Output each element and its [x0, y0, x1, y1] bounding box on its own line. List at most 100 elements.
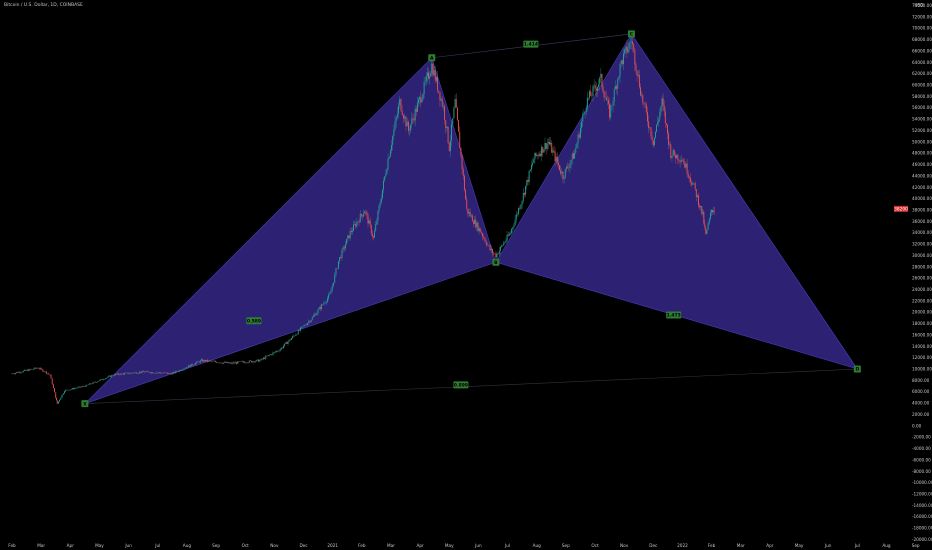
candle-body [283, 345, 284, 348]
candle-body [576, 143, 578, 149]
candle-body [339, 257, 341, 262]
candle-body [601, 74, 603, 87]
candle-body [52, 384, 54, 389]
candle-body [387, 158, 389, 170]
candle-body [377, 210, 379, 221]
candle-body [175, 371, 177, 374]
candle-body [82, 386, 84, 387]
candle-body [276, 350, 278, 352]
candle-body [323, 303, 325, 305]
candle-body [248, 360, 250, 363]
candle-body [518, 208, 520, 214]
candle-body [552, 150, 554, 153]
candle-body [679, 160, 681, 163]
candle-body [421, 99, 423, 103]
y-tick-label: 52000.00 [912, 128, 932, 133]
candle-body [140, 371, 142, 373]
candle-body [683, 160, 685, 163]
candle-body [623, 53, 624, 64]
candle-body [406, 121, 408, 127]
candle-body [637, 74, 639, 76]
candle-body [392, 135, 394, 145]
candle-body [333, 282, 334, 286]
candle-body [657, 121, 659, 125]
candle-body [713, 210, 714, 212]
candle-body [547, 141, 549, 144]
candle-body [434, 70, 436, 81]
chart-canvas[interactable]: XABCD0.5891.4141.4730.899 USD74000.00720… [0, 0, 932, 550]
candle-body [307, 322, 309, 326]
candle-body [79, 386, 81, 388]
candle-body [558, 162, 559, 166]
candle-body [661, 98, 663, 107]
candle-body [680, 160, 682, 163]
candle-body [565, 166, 567, 169]
candle-body [586, 97, 588, 108]
candle-body [185, 367, 187, 369]
x-tick-label: Nov [270, 543, 279, 548]
candle-body [309, 321, 311, 322]
candle-body [595, 88, 597, 91]
candle-body [394, 121, 396, 130]
candle-body [605, 97, 607, 101]
candle-body [196, 361, 198, 363]
price-axis[interactable]: USD74000.0072000.0070000.0068000.0066000… [894, 3, 932, 542]
candle-body [664, 111, 666, 124]
candle-body [571, 153, 573, 161]
candle-body [512, 227, 514, 230]
x-tick-label: Oct [242, 543, 250, 548]
candle-body [133, 372, 135, 374]
candle-body [341, 249, 343, 259]
candle-body [706, 229, 708, 234]
candle-body [273, 351, 275, 353]
candle-body [579, 127, 581, 138]
candle-body [538, 154, 540, 156]
candle-body [227, 362, 229, 364]
candle-body [56, 400, 58, 404]
candle-body [329, 293, 331, 295]
xab-triangle [84, 57, 497, 404]
y-tick-label: -4000.00 [912, 446, 931, 451]
candle-body [142, 371, 144, 372]
candle-body [460, 147, 462, 156]
candle-body [690, 177, 692, 182]
y-tick-label: -10000.00 [912, 480, 932, 485]
candle-body [613, 89, 615, 102]
ratio-label: 0.899 [454, 383, 468, 389]
candle-body [233, 362, 235, 364]
candle-body [171, 373, 173, 375]
candle-body [301, 326, 303, 328]
candle-body [85, 384, 87, 387]
time-axis[interactable]: Feb Mar Apr May Jun Jul Aug Sep Oct Nov Dec 2021 Feb… [8, 543, 920, 548]
ratio-label: 1.414 [524, 42, 538, 48]
candle-body [325, 301, 327, 303]
candle-body [445, 119, 447, 129]
y-tick-label: 6000.00 [912, 389, 930, 394]
candle-body [439, 92, 441, 101]
candle-body [216, 361, 218, 363]
x-tick-label: Jul [504, 543, 510, 548]
candle-body [475, 219, 477, 228]
point-d-label: D [855, 367, 859, 373]
candle-body [632, 41, 634, 45]
candle-body [279, 349, 281, 351]
candle-body [477, 222, 479, 231]
y-tick-label: 38000.00 [912, 207, 932, 212]
candle-body [556, 156, 558, 163]
point-a-label: A [430, 55, 434, 61]
x-tick-label: Jun [824, 543, 832, 548]
candle-body [700, 206, 702, 208]
y-tick-label: -20000.00 [912, 537, 932, 542]
candle-body [378, 205, 380, 211]
candle-body [535, 152, 537, 156]
x-tick-label: Aug [533, 543, 542, 548]
candle-body [259, 360, 261, 362]
candle-body [469, 212, 471, 217]
candle-body [316, 312, 318, 316]
candle-body [510, 233, 511, 234]
candle-body [356, 221, 358, 227]
candle-body [184, 368, 186, 369]
candle-body [532, 162, 534, 166]
candle-body [280, 347, 282, 350]
candle-body [642, 95, 644, 103]
